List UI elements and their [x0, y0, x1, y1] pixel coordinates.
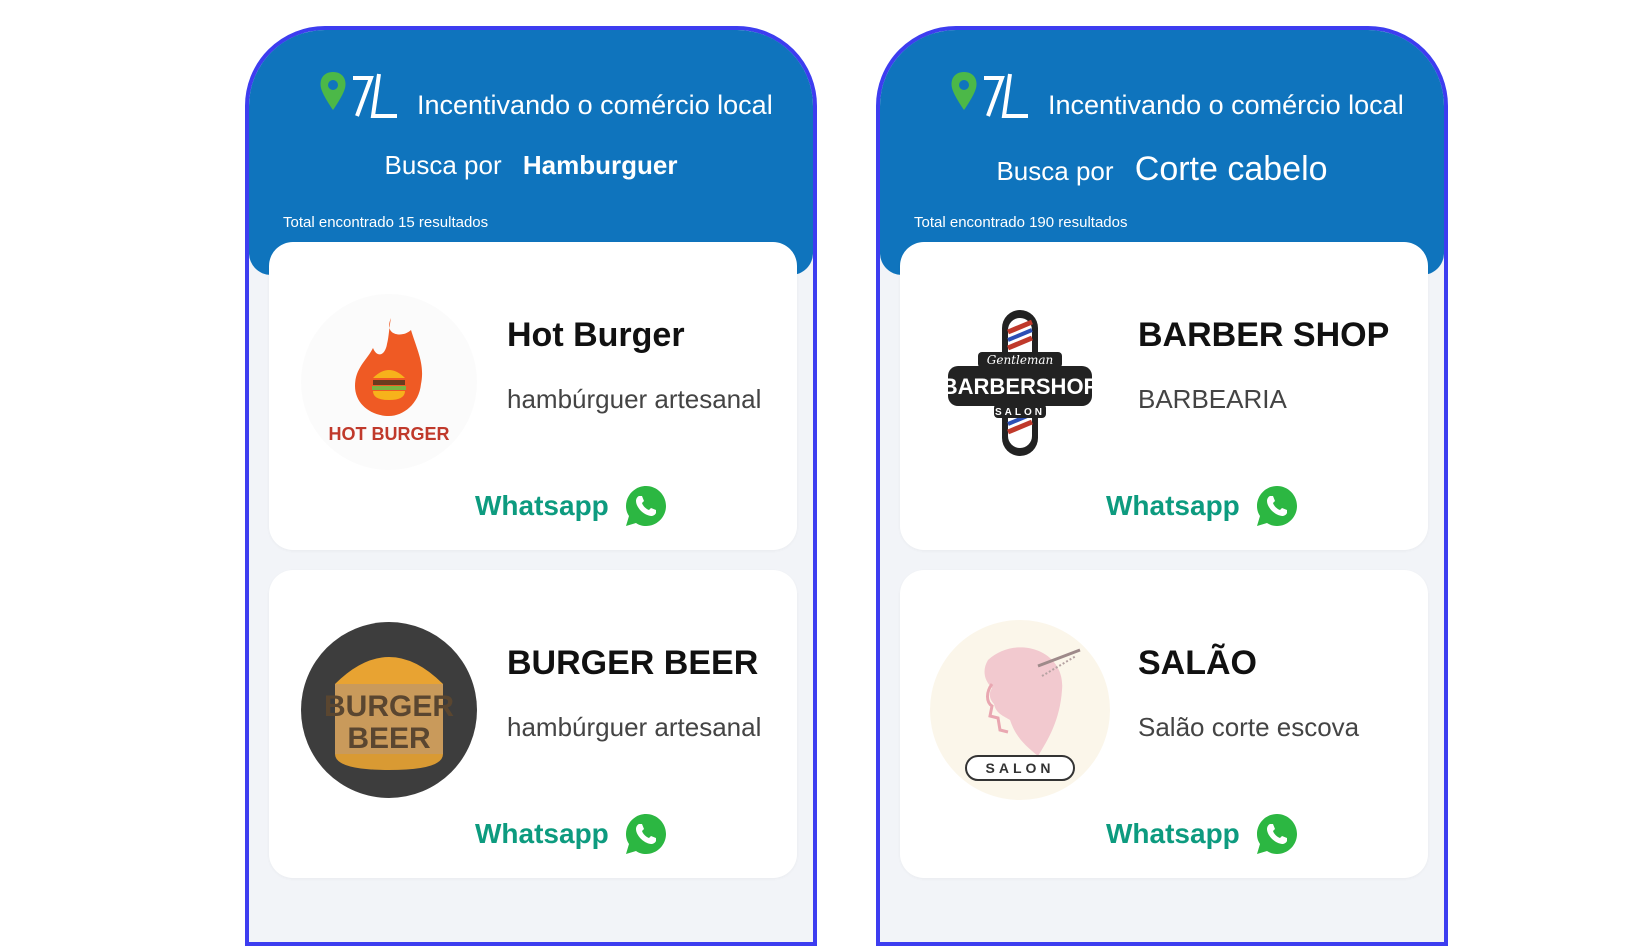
app-tagline: Incentivando o comércio local — [417, 90, 773, 120]
map-pin-icon — [320, 72, 397, 118]
result-card[interactable]: Gentleman BARBERSHOP SALON BARBER SHOP B… — [900, 242, 1428, 550]
business-description: BARBEARIA — [1138, 384, 1287, 414]
burger-beer-logo-text-2: BEER — [347, 722, 431, 755]
business-logo-salon: SALON — [930, 620, 1110, 800]
whatsapp-button[interactable]: Whatsapp — [475, 482, 669, 530]
whatsapp-label: Whatsapp — [1106, 490, 1240, 521]
barbershop-logo-text-top: Gentleman — [987, 353, 1053, 367]
whatsapp-icon — [625, 814, 666, 854]
phone-frame-right: Incentivando o comércio local Busca por … — [876, 26, 1448, 946]
whatsapp-icon — [625, 486, 666, 526]
business-name: Hot Burger — [507, 316, 685, 354]
search-prefix: Busca por — [996, 156, 1114, 186]
map-pin-icon — [951, 72, 1028, 118]
whatsapp-button[interactable]: Whatsapp — [475, 810, 669, 858]
results-count: Total encontrado 15 resultados — [283, 214, 489, 231]
whatsapp-icon — [1256, 486, 1297, 526]
business-name: SALÃO — [1138, 644, 1257, 682]
app-header: Incentivando o comércio local Busca por … — [249, 30, 813, 275]
search-summary: Busca por Hamburguer — [249, 150, 813, 181]
whatsapp-label: Whatsapp — [1106, 818, 1240, 849]
search-prefix: Busca por — [384, 150, 502, 180]
business-logo-hot-burger: HOT BURGER — [299, 292, 479, 472]
business-description: Salão corte escova — [1138, 712, 1360, 742]
app-header: Incentivando o comércio local Busca por … — [880, 30, 1444, 275]
whatsapp-label: Whatsapp — [475, 490, 609, 521]
business-description: hambúrguer artesanal — [507, 384, 762, 414]
business-name: BARBER SHOP — [1138, 316, 1390, 354]
business-logo-barbershop: Gentleman BARBERSHOP SALON — [930, 292, 1110, 472]
business-logo-burger-beer: BURGER BEER — [299, 620, 479, 800]
hot-burger-logo-text: HOT BURGER — [329, 424, 450, 444]
whatsapp-label: Whatsapp — [475, 818, 609, 849]
results-count: Total encontrado 190 resultados — [914, 214, 1128, 231]
barbershop-logo-text-bottom: SALON — [995, 407, 1045, 418]
result-card[interactable]: BURGER BEER BURGER BEER hambúrguer artes… — [269, 570, 797, 878]
result-card[interactable]: SALON SALÃO Salão corte escova Whatsapp — [900, 570, 1428, 878]
salon-logo-text: SALON — [986, 760, 1055, 776]
app-tagline: Incentivando o comércio local — [1048, 90, 1404, 120]
result-card[interactable]: HOT BURGER Hot Burger hambúrguer artesan… — [269, 242, 797, 550]
app-logo — [948, 54, 1038, 134]
search-summary: Busca por Corte cabelo — [880, 150, 1444, 189]
phone-frame-left: Incentivando o comércio local Busca por … — [245, 26, 817, 946]
burger-beer-logo-text-1: BURGER — [324, 690, 454, 723]
app-logo — [317, 54, 407, 134]
whatsapp-button[interactable]: Whatsapp — [1106, 482, 1300, 530]
business-name: BURGER BEER — [507, 644, 759, 682]
search-term: Hamburguer — [522, 150, 678, 180]
whatsapp-button[interactable]: Whatsapp — [1106, 810, 1300, 858]
whatsapp-icon — [1256, 814, 1297, 854]
search-term: Corte cabelo — [1134, 150, 1328, 188]
business-description: hambúrguer artesanal — [507, 712, 762, 742]
barbershop-logo-text-main: BARBERSHOP — [942, 374, 1098, 399]
